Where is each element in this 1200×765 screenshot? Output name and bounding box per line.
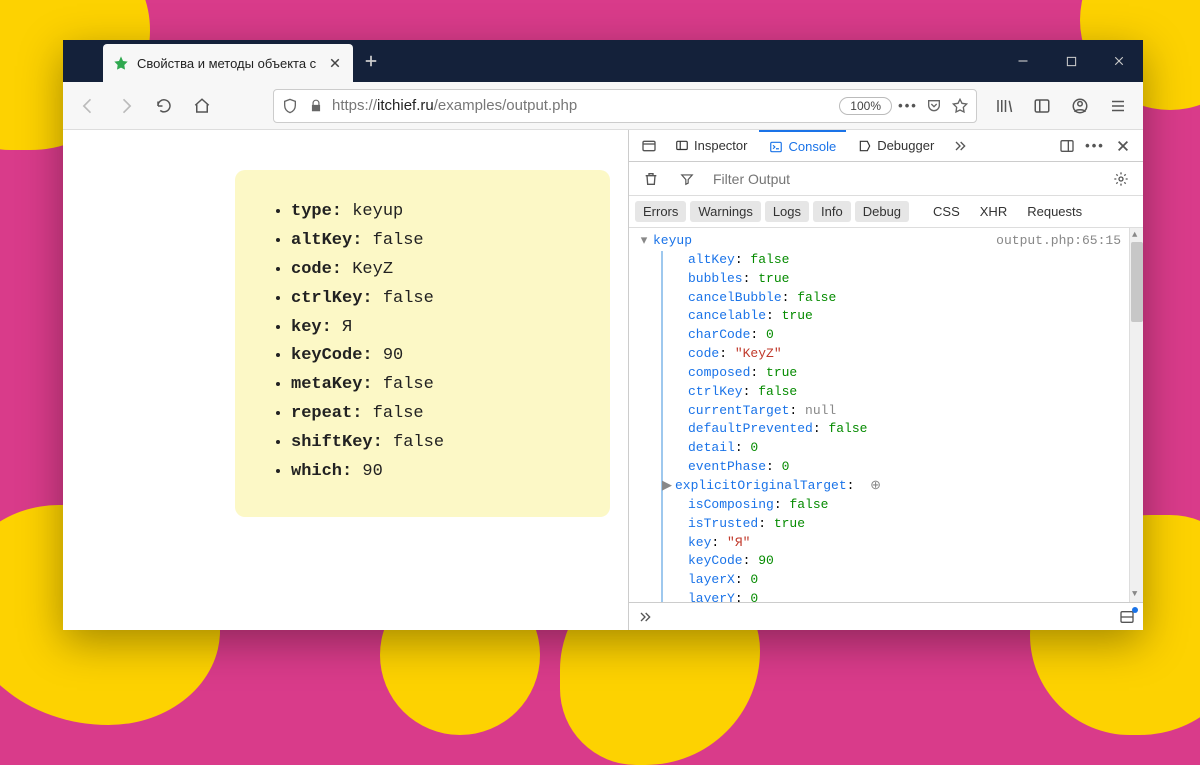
console-prop: cancelBubble: false xyxy=(675,289,1121,308)
console-output: ▾ keyup output.php:65:15 altKey: falsebu… xyxy=(629,228,1143,602)
filter-css[interactable]: CSS xyxy=(925,201,968,222)
console-prop: eventPhase: 0 xyxy=(675,458,1121,477)
url-host: itchief.ru xyxy=(377,97,434,114)
card-item: code: KeyZ xyxy=(291,256,576,285)
collapse-toggle-icon[interactable]: ▾ xyxy=(635,232,653,602)
console-prop: composed: true xyxy=(675,364,1121,383)
console-prop: defaultPrevented: false xyxy=(675,420,1121,439)
split-console-icon[interactable] xyxy=(1119,609,1135,625)
url-path: /examples/output.php xyxy=(434,97,577,114)
favicon-icon xyxy=(113,55,129,71)
bookmark-star-icon[interactable] xyxy=(950,98,970,114)
library-icon[interactable] xyxy=(987,89,1021,123)
filter-output-input[interactable] xyxy=(709,167,1099,191)
filter-funnel-icon[interactable] xyxy=(673,165,701,193)
console-prompt-icon xyxy=(637,609,653,625)
window-maximize-button[interactable] xyxy=(1047,40,1095,82)
browser-tab[interactable]: Свойства и методы объекта с xyxy=(103,44,353,82)
devtools-close-icon[interactable] xyxy=(1109,132,1137,160)
filter-xhr[interactable]: XHR xyxy=(972,201,1015,222)
navigation-toolbar: https://itchief.ru/examples/output.php 1… xyxy=(63,82,1143,130)
clear-console-icon[interactable] xyxy=(637,165,665,193)
console-prop: altKey: false xyxy=(675,251,1121,270)
tab-inspector[interactable]: Inspector xyxy=(665,130,757,162)
window-close-button[interactable] xyxy=(1095,40,1143,82)
console-settings-icon[interactable] xyxy=(1107,165,1135,193)
card-item: repeat: false xyxy=(291,400,576,429)
new-tab-button[interactable] xyxy=(353,40,389,82)
tabs-overflow-icon[interactable] xyxy=(946,132,974,160)
console-filter-bar xyxy=(629,162,1143,196)
reload-button[interactable] xyxy=(147,89,181,123)
window-titlebar: Свойства и методы объекта с xyxy=(63,40,1143,82)
back-button[interactable] xyxy=(71,89,105,123)
zoom-badge[interactable]: 100% xyxy=(839,97,892,115)
filter-debug[interactable]: Debug xyxy=(855,201,909,222)
shield-icon[interactable] xyxy=(280,98,300,114)
console-scrollbar[interactable]: ▲ ▼ xyxy=(1129,228,1143,602)
forward-button[interactable] xyxy=(109,89,143,123)
card-item: ctrlKey: false xyxy=(291,285,576,314)
hamburger-menu-icon[interactable] xyxy=(1101,89,1135,123)
window-minimize-button[interactable] xyxy=(999,40,1047,82)
devtools-panel: Inspector Console Debugger ••• xyxy=(628,130,1143,630)
card-item: keyCode: 90 xyxy=(291,342,576,371)
filter-warnings[interactable]: Warnings xyxy=(690,201,760,222)
devtools-tabbar: Inspector Console Debugger ••• xyxy=(629,130,1143,162)
pocket-icon[interactable] xyxy=(924,98,944,114)
filter-requests[interactable]: Requests xyxy=(1019,201,1090,222)
meatballs-icon[interactable]: ••• xyxy=(898,98,918,113)
console-filter-pills: Errors Warnings Logs Info Debug CSS XHR … xyxy=(629,196,1143,228)
scroll-up-arrow-icon[interactable]: ▲ xyxy=(1132,229,1137,242)
console-prop: currentTarget: null xyxy=(675,402,1121,421)
url-scheme: https:// xyxy=(332,97,377,114)
console-prop: isTrusted: true xyxy=(675,515,1121,534)
account-icon[interactable] xyxy=(1063,89,1097,123)
sidebar-icon[interactable] xyxy=(1025,89,1059,123)
dock-side-icon[interactable] xyxy=(1053,132,1081,160)
console-prop: layerY: 0 xyxy=(675,590,1121,602)
devtools-menu-icon[interactable]: ••• xyxy=(1081,132,1109,160)
card-item: shiftKey: false xyxy=(291,429,576,458)
card-item: key: Я xyxy=(291,314,576,343)
card-item: which: 90 xyxy=(291,458,576,487)
console-prop: keyCode: 90 xyxy=(675,552,1121,571)
filter-info[interactable]: Info xyxy=(813,201,851,222)
tab-debugger[interactable]: Debugger xyxy=(848,130,944,162)
lock-icon[interactable] xyxy=(306,99,326,113)
console-prop: charCode: 0 xyxy=(675,326,1121,345)
close-tab-button[interactable] xyxy=(327,55,343,71)
card-item: metaKey: false xyxy=(291,371,576,400)
home-button[interactable] xyxy=(185,89,219,123)
console-input-bar[interactable] xyxy=(629,602,1143,630)
page-viewport: type: keyupaltKey: falsecode: KeyZctrlKe… xyxy=(63,130,628,630)
scroll-down-arrow-icon[interactable]: ▼ xyxy=(1132,588,1137,601)
console-prop: code: "KeyZ" xyxy=(675,345,1121,364)
tab-console[interactable]: Console xyxy=(759,130,846,162)
console-prop: bubbles: true xyxy=(675,270,1121,289)
scrollbar-thumb[interactable] xyxy=(1131,242,1143,322)
card-item: type: keyup xyxy=(291,198,576,227)
console-source-link[interactable]: output.php:65:15 xyxy=(988,232,1121,251)
filter-logs[interactable]: Logs xyxy=(765,201,809,222)
tab-title: Свойства и методы объекта с xyxy=(137,56,327,71)
filter-errors[interactable]: Errors xyxy=(635,201,686,222)
console-prop: isComposing: false xyxy=(675,496,1121,515)
console-event-name[interactable]: keyup xyxy=(653,232,692,251)
console-prop: cancelable: true xyxy=(675,307,1121,326)
console-prop: ▶explicitOriginalTarget: ⊕ xyxy=(662,477,1121,496)
browser-window: Свойства и методы объекта с xyxy=(63,40,1143,630)
console-prop: detail: 0 xyxy=(675,439,1121,458)
iframe-picker-icon[interactable] xyxy=(635,132,663,160)
console-prop: key: "Я" xyxy=(675,534,1121,553)
console-prop: layerX: 0 xyxy=(675,571,1121,590)
console-prop: ctrlKey: false xyxy=(675,383,1121,402)
card-item: altKey: false xyxy=(291,227,576,256)
url-text: https://itchief.ru/examples/output.php xyxy=(332,97,833,114)
address-bar[interactable]: https://itchief.ru/examples/output.php 1… xyxy=(273,89,977,123)
event-card: type: keyupaltKey: falsecode: KeyZctrlKe… xyxy=(235,170,610,517)
